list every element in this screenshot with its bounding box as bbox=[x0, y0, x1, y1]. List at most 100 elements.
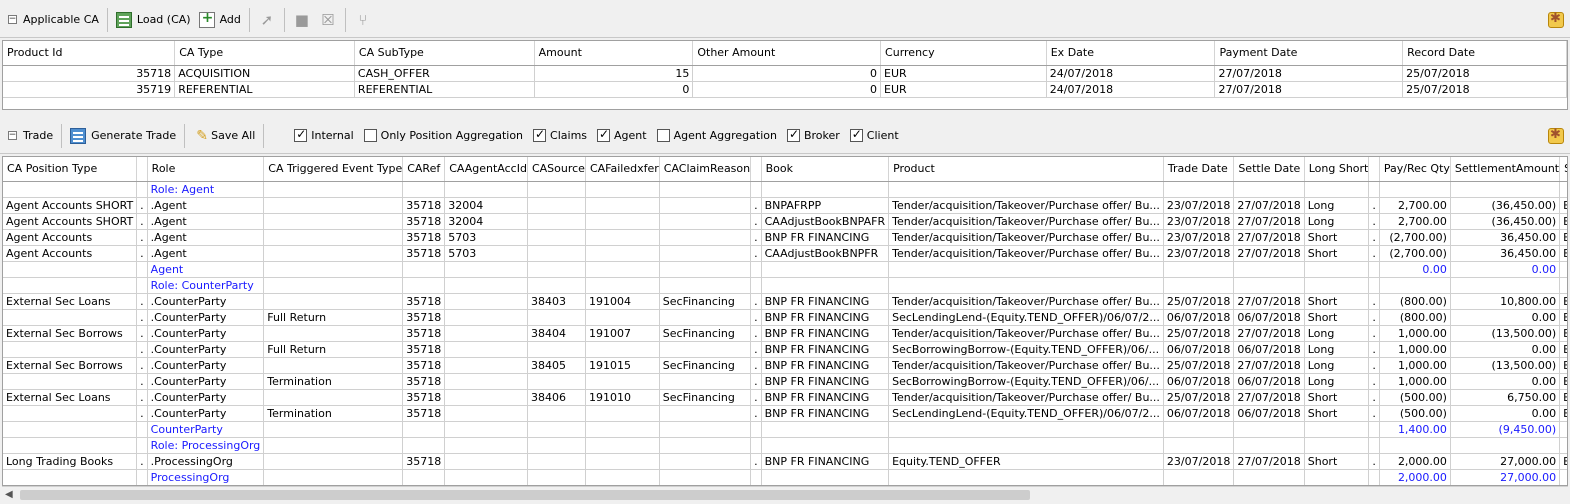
trade-row[interactable]: External Sec Loans. .CounterParty 35718 384… bbox=[3, 293, 1567, 310]
filter-checkbox[interactable]: Agent bbox=[597, 127, 647, 142]
scrollbar-thumb[interactable] bbox=[20, 490, 1030, 500]
trade-column-header[interactable]: Trade Date bbox=[1163, 157, 1235, 182]
trade-row[interactable]: External Sec Loans. .CounterParty 35718 384… bbox=[3, 389, 1567, 406]
trade-column-header[interactable]: CARef bbox=[402, 157, 446, 182]
trade-cell: EUR bbox=[1559, 453, 1567, 470]
load-ca-button[interactable]: Load (CA) bbox=[112, 7, 195, 33]
checkbox-unchecked-icon[interactable] bbox=[363, 129, 377, 142]
ca-column-header[interactable]: CA Type bbox=[174, 41, 355, 66]
settings-icon[interactable] bbox=[1548, 11, 1564, 28]
trade-cell: . bbox=[750, 293, 762, 310]
trade-row[interactable]: . .CounterParty Termination 35718. BNP FR FI… bbox=[3, 373, 1567, 390]
applicable-ca-collapse[interactable]: − Applicable CA bbox=[4, 7, 103, 33]
ca-column-header[interactable]: Other Amount bbox=[692, 41, 882, 66]
trade-row[interactable]: External Sec Borrows. .CounterParty 35718 3… bbox=[3, 357, 1567, 374]
trade-row[interactable]: Agent Accounts SHORT. .Agent 35718 32004. BN… bbox=[3, 197, 1567, 214]
ca-column-header[interactable]: Amount bbox=[534, 41, 694, 66]
trade-column-header[interactable]: CA Triggered Event Type bbox=[263, 157, 404, 182]
group-header-row[interactable]: Role: Agent bbox=[3, 181, 1567, 198]
trade-column-header[interactable]: Pay/Rec Qty bbox=[1379, 157, 1451, 182]
merge-button[interactable]: ⑂ bbox=[350, 7, 376, 33]
trade-cell: 38405 bbox=[527, 357, 586, 374]
trade-column-header[interactable]: CAAgentAccId bbox=[444, 157, 528, 182]
trade-cell bbox=[136, 421, 148, 438]
filter-checkbox[interactable]: Broker bbox=[786, 127, 840, 142]
checkbox-checked-icon[interactable] bbox=[849, 127, 863, 142]
trade-row[interactable]: Agent Accounts SHORT. .Agent 35718 32004. CA… bbox=[3, 213, 1567, 230]
trade-column-header[interactable] bbox=[1368, 157, 1380, 182]
trade-column-header[interactable]: Product bbox=[888, 157, 1164, 182]
trade-cell: . bbox=[1368, 341, 1380, 358]
trade-column-header[interactable]: CASource bbox=[527, 157, 586, 182]
subtotal-row[interactable]: Agent 0.00 0.00 bbox=[3, 261, 1567, 278]
trade-cell bbox=[1163, 277, 1235, 294]
trade-row[interactable]: Agent Accounts. .Agent 35718 5703. CAAdjustB… bbox=[3, 245, 1567, 262]
trade-column-header[interactable]: Settle Date bbox=[1233, 157, 1305, 182]
trade-row[interactable]: Agent Accounts. .Agent 35718 5703. BNP FR FI… bbox=[3, 229, 1567, 246]
trade-row[interactable]: . .CounterParty Full Return 35718. BNP FR FI… bbox=[3, 309, 1567, 326]
trade-row[interactable]: External Sec Borrows. .CounterParty 35718 3… bbox=[3, 325, 1567, 342]
save-all-button[interactable]: ✎ Save All bbox=[189, 123, 259, 149]
ca-column-header[interactable]: CA SubType bbox=[354, 41, 535, 66]
filter-checkbox[interactable]: Internal bbox=[294, 127, 354, 142]
checkbox-checked-icon[interactable] bbox=[597, 127, 611, 142]
ca-table-row[interactable]: 35718 ACQUISITION CASH_OFFER 15 0 EUR 24/07/20… bbox=[3, 65, 1567, 82]
generate-trade-button[interactable]: Generate Trade bbox=[66, 123, 180, 149]
collapse-icon[interactable]: − bbox=[8, 131, 17, 140]
trade-column-header[interactable]: Long Short bbox=[1304, 157, 1370, 182]
trade-cell bbox=[585, 453, 660, 470]
trade-column-header[interactable]: CAClaimReason bbox=[659, 157, 752, 182]
trade-column-header[interactable]: SettlementAmount bbox=[1450, 157, 1561, 182]
ca-column-header[interactable]: Record Date bbox=[1402, 41, 1567, 66]
trade-cell: (36,450.00) bbox=[1450, 213, 1561, 230]
trade-cell bbox=[659, 453, 752, 470]
trade-cell: . bbox=[1368, 389, 1380, 406]
add-button[interactable]: Add bbox=[195, 7, 245, 33]
filter-checkbox[interactable]: Claims bbox=[533, 127, 587, 142]
trade-cell bbox=[136, 261, 148, 278]
settings-icon[interactable] bbox=[1548, 127, 1564, 144]
trade-collapse[interactable]: − Trade bbox=[4, 123, 57, 149]
horizontal-scrollbar[interactable]: ◀ bbox=[2, 486, 1568, 502]
collapse-icon[interactable]: − bbox=[8, 15, 17, 24]
trade-column-header[interactable] bbox=[136, 157, 148, 182]
select-tool-button[interactable]: ➚ bbox=[254, 7, 280, 33]
trade-cell bbox=[659, 341, 752, 358]
scroll-left-arrow-icon[interactable]: ◀ bbox=[5, 489, 13, 500]
remove-button[interactable]: ☒ bbox=[315, 7, 341, 33]
trade-row[interactable]: . .CounterParty Full Return 35718. BNP FR FI… bbox=[3, 341, 1567, 358]
trade-column-header[interactable]: Book bbox=[761, 157, 890, 182]
group-header-row[interactable]: Role: ProcessingOrg bbox=[3, 437, 1567, 454]
filter-checkbox[interactable]: Only Position Aggregation bbox=[363, 129, 523, 142]
subtotal-row[interactable]: CounterParty 1,400.00 (9,450.00) bbox=[3, 421, 1567, 438]
subtotal-row[interactable]: ProcessingOrg 2,000.00 27,000.00 bbox=[3, 469, 1567, 485]
trade-cell: .CounterParty bbox=[147, 373, 265, 390]
checkbox-checked-icon[interactable] bbox=[533, 127, 547, 142]
ca-column-header[interactable]: Product Id bbox=[3, 41, 176, 66]
trade-cell bbox=[1163, 421, 1235, 438]
trade-column-header[interactable] bbox=[750, 157, 762, 182]
trade-cell bbox=[136, 469, 148, 485]
ca-column-header[interactable]: Ex Date bbox=[1046, 41, 1216, 66]
checkbox-unchecked-icon[interactable] bbox=[656, 129, 670, 142]
trade-column-header[interactable]: CAFailedxfer bbox=[585, 157, 660, 182]
filter-checkbox[interactable]: Client bbox=[849, 127, 899, 142]
group-header-row[interactable]: Role: CounterParty bbox=[3, 277, 1567, 294]
ca-column-header[interactable]: Currency bbox=[880, 41, 1047, 66]
ca-table-row[interactable]: 35719 REFERENTIAL REFERENTIAL 0 0 EUR 24/07/20… bbox=[3, 81, 1567, 98]
checkbox-checked-icon[interactable] bbox=[786, 127, 800, 142]
trade-column-header[interactable]: Settle C bbox=[1559, 157, 1567, 182]
toolbar-separator bbox=[106, 7, 108, 32]
delete-button[interactable]: ■ bbox=[289, 7, 315, 33]
trade-row[interactable]: Long Trading Books. .ProcessingOrg 35718. B… bbox=[3, 453, 1567, 470]
trade-toolbar: − Trade Generate Trade ✎ Save All Intern… bbox=[0, 118, 1570, 154]
filter-checkbox[interactable]: Agent Aggregation bbox=[656, 129, 777, 142]
trade-column-header[interactable]: Role bbox=[147, 157, 265, 182]
trade-cell bbox=[585, 261, 660, 278]
trade-cell bbox=[585, 181, 660, 198]
trade-row[interactable]: . .CounterParty Termination 35718. BNP FR FI… bbox=[3, 405, 1567, 422]
trade-cell bbox=[585, 197, 660, 214]
ca-column-header[interactable]: Payment Date bbox=[1214, 41, 1404, 66]
checkbox-checked-icon[interactable] bbox=[294, 127, 308, 142]
trade-column-header[interactable]: CA Position Type bbox=[3, 157, 138, 182]
